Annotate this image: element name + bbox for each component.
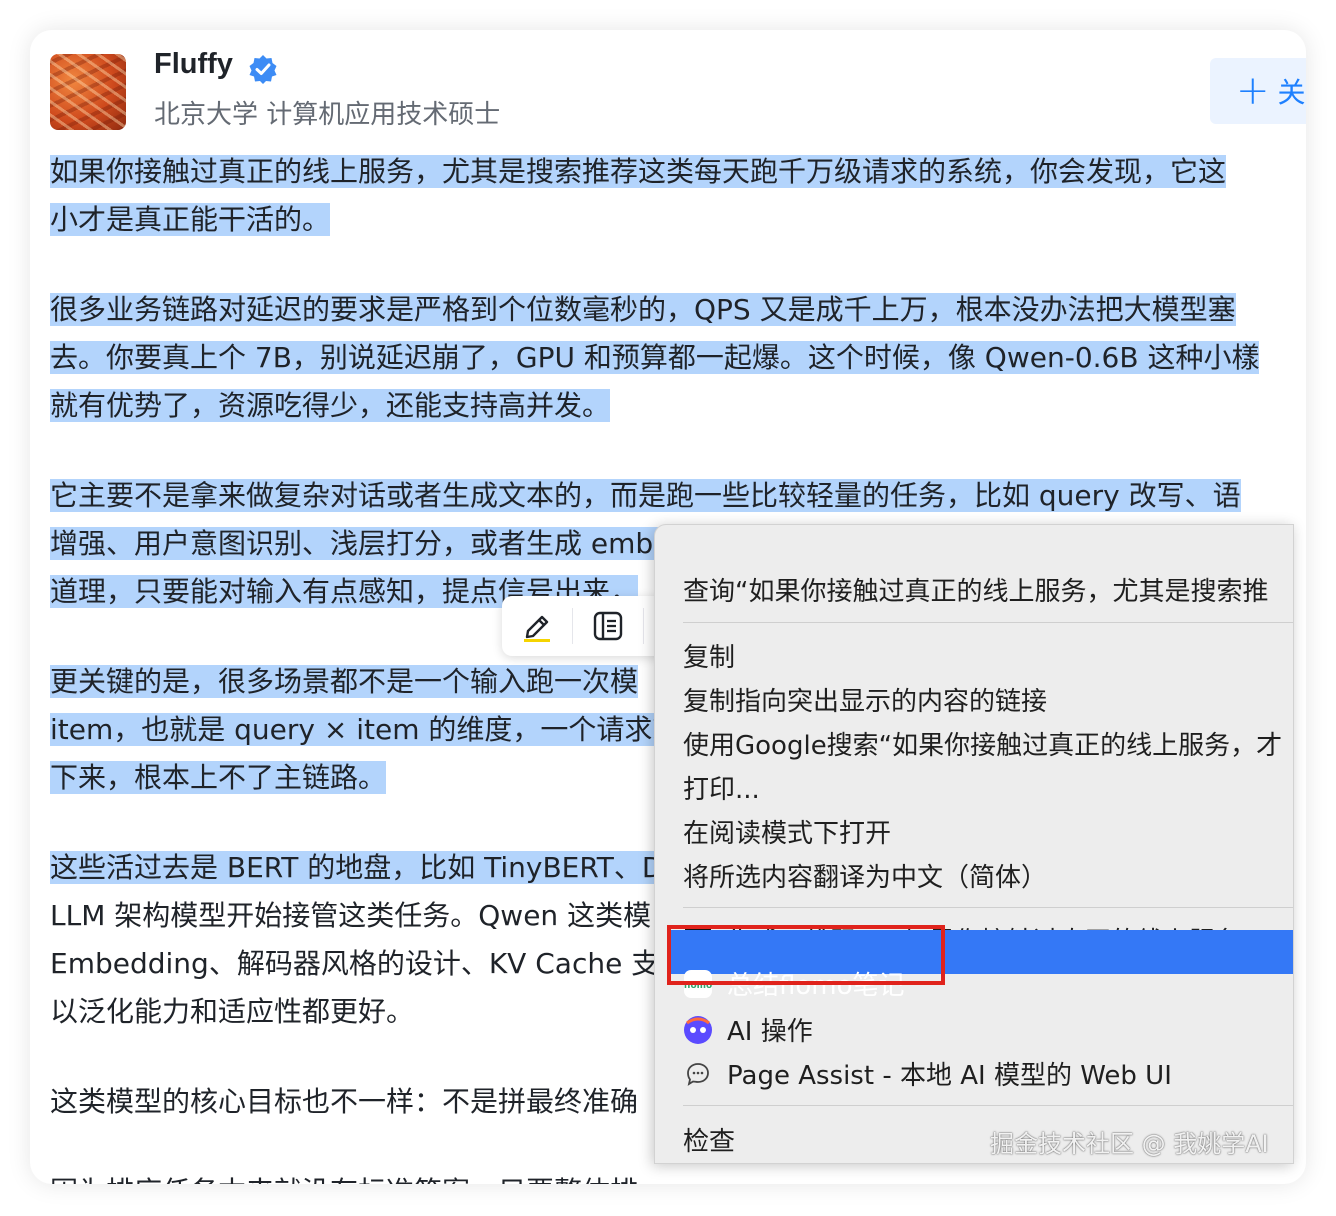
menu-divider [683, 1105, 1293, 1106]
menu-item-copy-link[interactable]: 复制指向突出显示的内容的链接 [683, 681, 1047, 718]
follow-label: 关 [1277, 76, 1306, 109]
selected-text: 这些活过去是 BERT 的地盘，比如 TinyBERT、D [50, 851, 664, 884]
line-text: 以泛化能力和适应性都更好。 [50, 995, 415, 1028]
follow-button[interactable]: + 关 [1210, 58, 1306, 124]
menu-item-page-assist-label: Page Assist - 本地 AI 模型的 Web UI [727, 1061, 1172, 1091]
article-paragraph: 很多业务链路对延迟的要求是严格到个位数毫秒的，QPS 又是成千上万，根本没办法把… [50, 286, 1306, 430]
context-menu: 查询“如果你接触过真正的线上服务，尤其是搜索推 复制 复制指向突出显示的内容的链… [654, 524, 1294, 1164]
ai-robot-icon [683, 1015, 713, 1045]
article-paragraph: 如果你接触过真正的线上服务，尤其是搜索推荐这类每天跑千万级请求的系统，你会发现，… [50, 148, 1306, 244]
line-text: Embedding、解码器风格的设计、KV Cache 支 [50, 947, 660, 980]
line-text: 这类模型的核心目标也不一样：不是拼最终准确 [50, 1085, 639, 1118]
menu-item-translate[interactable]: 将所选内容翻译为中文（简体） [683, 857, 1047, 894]
menu-item-ai-action[interactable]: AI 操作 [683, 1011, 813, 1048]
selected-text: 很多业务链路对延迟的要求是严格到个位数毫秒的，QPS 又是成千上万，根本没办法把… [50, 293, 1236, 326]
paragraph-line: 因为排序任务本来就没有标准答案，只要整体排 [50, 1168, 1306, 1184]
selected-text: 更关键的是，很多场景都不是一个输入跑一次模 [50, 665, 639, 698]
menu-item-page-assist[interactable]: Page Assist - 本地 AI 模型的 Web UI [683, 1055, 1172, 1092]
paragraph-line: 就有优势了，资源吃得少，还能支持高并发。 [50, 382, 1306, 430]
note-panel-icon [593, 611, 623, 641]
menu-item-ai-action-label: AI 操作 [727, 1017, 813, 1047]
menu-divider [683, 907, 1293, 908]
menu-item-print[interactable]: 打印... [683, 769, 760, 806]
selected-text: 下来，根本上不了主链路。 [50, 761, 387, 794]
plus-icon: + [1236, 68, 1270, 114]
paragraph-line: 如果你接触过真正的线上服务，尤其是搜索推荐这类每天跑千万级请求的系统，你会发现，… [50, 148, 1306, 196]
highlighter-icon [524, 615, 550, 642]
menu-item-inspect[interactable]: 检查 [683, 1121, 735, 1158]
menu-item-google-search[interactable]: 使用Google搜索“如果你接触过真正的线上服务，才 [683, 725, 1282, 762]
author-bio: 北京大学 计算机应用技术硕士 [154, 100, 501, 130]
menu-item-copy[interactable]: 复制 [683, 637, 735, 674]
annotation-highlight-box [667, 925, 945, 985]
menu-divider [683, 622, 1293, 623]
selected-text: 去。你要真上个 7B，别说延迟崩了，GPU 和预算都一起爆。这个时候，像 Qwe… [50, 341, 1260, 374]
selected-text: 如果你接触过真正的线上服务，尤其是搜索推荐这类每天跑千万级请求的系统，你会发现，… [50, 155, 1227, 188]
selected-text: 小才是真正能干活的。 [50, 203, 331, 236]
line-text: 因为排序任务本来就没有标准答案，只要整体排 [50, 1175, 638, 1184]
paragraph-line: 小才是真正能干活的。 [50, 196, 1306, 244]
selected-text: 它主要不是拿来做复杂对话或者生成文本的，而是跑一些比较轻量的任务，比如 quer… [50, 479, 1241, 512]
avatar[interactable] [50, 54, 126, 130]
note-button[interactable] [573, 596, 643, 656]
verified-badge-icon [249, 55, 277, 84]
chat-bubble-icon [683, 1059, 713, 1089]
paragraph-line: 去。你要真上个 7B，别说延迟崩了，GPU 和预算都一起爆。这个时候，像 Qwe… [50, 334, 1306, 382]
menu-item-reader-mode[interactable]: 在阅读模式下打开 [683, 813, 891, 850]
paragraph-line: 很多业务链路对延迟的要求是严格到个位数毫秒的，QPS 又是成千上万，根本没办法把… [50, 286, 1306, 334]
selected-text: 就有优势了，资源吃得少，还能支持高并发。 [50, 389, 611, 422]
article-paragraph: 因为排序任务本来就没有标准答案，只要整体排 [50, 1168, 1306, 1184]
highlight-button[interactable] [502, 596, 572, 656]
line-text: LLM 架构模型开始接管这类任务。Qwen 这类模 [50, 899, 652, 932]
watermark: 掘金技术社区 @ 我姚学AI [990, 1130, 1269, 1158]
paragraph-line: 它主要不是拿来做复杂对话或者生成文本的，而是跑一些比较轻量的任务，比如 quer… [50, 472, 1306, 520]
author-name[interactable]: Fluffy [154, 48, 233, 81]
menu-item-lookup[interactable]: 查询“如果你接触过真正的线上服务，尤其是搜索推 [683, 571, 1268, 608]
selected-text: item，也就是 query × item 的维度，一个请求就 [50, 713, 681, 746]
